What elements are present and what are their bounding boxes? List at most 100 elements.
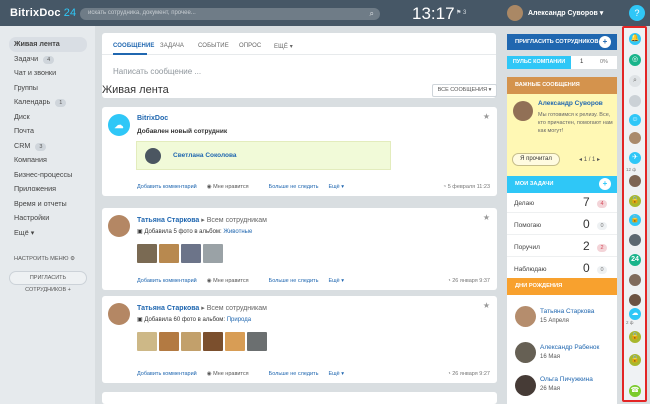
search-icon[interactable]: ⌕ bbox=[629, 75, 641, 87]
author-avatar[interactable] bbox=[513, 101, 533, 121]
contact-avatar[interactable] bbox=[629, 294, 641, 306]
contact-avatar[interactable] bbox=[629, 274, 641, 286]
post-author[interactable]: Татьяна Старкова ▸ Всем сотрудникам bbox=[137, 216, 267, 224]
sidebar-item-more[interactable]: Ещё ▾ bbox=[0, 226, 95, 241]
read-button[interactable]: Я прочитал bbox=[512, 153, 560, 166]
sidebar-item-settings[interactable]: Настройки bbox=[0, 211, 95, 226]
photo-thumb[interactable] bbox=[247, 332, 267, 351]
photo-thumb[interactable] bbox=[203, 332, 223, 351]
birthday-name[interactable]: Ольга Пичужкина bbox=[540, 376, 593, 383]
sidebar-item-apps[interactable]: Приложения bbox=[0, 182, 95, 197]
search-input[interactable]: искать сотрудника, документ, прочее... ⌕ bbox=[80, 8, 380, 20]
contact-avatar[interactable] bbox=[629, 132, 641, 144]
more-link[interactable]: Ещё ▾ bbox=[328, 371, 344, 377]
photo-thumb[interactable] bbox=[159, 244, 179, 263]
unfollow-link[interactable]: Больше не следить bbox=[269, 184, 319, 190]
comment-link[interactable]: Добавить комментарий bbox=[137, 371, 197, 377]
author-avatar[interactable] bbox=[108, 303, 130, 325]
photo-thumb[interactable] bbox=[203, 244, 223, 263]
filter-dropdown[interactable]: ВСЕ СООБЩЕНИЯ ▾ bbox=[432, 84, 497, 97]
message-input[interactable]: Написать сообщение ... bbox=[113, 67, 201, 76]
post-author[interactable]: BitrixDoc bbox=[137, 115, 168, 122]
photo-thumb[interactable] bbox=[137, 244, 157, 263]
like-link[interactable]: ◉ Мне нравится bbox=[207, 184, 259, 190]
sidebar-item-mail[interactable]: Почта bbox=[0, 124, 95, 139]
contact-avatar[interactable] bbox=[629, 234, 641, 246]
tab-more[interactable]: ЕЩЁ ▾ bbox=[274, 43, 293, 50]
more-link[interactable]: Ещё ▾ bbox=[328, 184, 344, 190]
sidebar-item-groups[interactable]: Группы bbox=[0, 81, 95, 96]
author-avatar[interactable] bbox=[108, 215, 130, 237]
employee-name[interactable]: Светлана Соколова bbox=[173, 152, 237, 159]
invite-employees-button[interactable]: ПРИГЛАСИТЬ СОТРУДНИКОВ + bbox=[9, 271, 87, 293]
lock-icon[interactable]: 🔒 bbox=[629, 214, 641, 226]
task-row[interactable]: Поручил 2 2 bbox=[507, 237, 617, 257]
favorite-icon[interactable]: ★ bbox=[483, 213, 490, 222]
open-lines-icon[interactable]: ◎ bbox=[629, 54, 641, 66]
help-icon[interactable]: ? bbox=[629, 5, 645, 21]
add-task-icon[interactable]: + bbox=[599, 178, 611, 190]
sidebar-item-time[interactable]: Время и отчеты bbox=[0, 197, 95, 212]
photo-thumb[interactable] bbox=[159, 332, 179, 351]
user-name[interactable]: Александр Суворов ▾ bbox=[528, 9, 603, 17]
sidebar-item-company[interactable]: Компания bbox=[0, 153, 95, 168]
invite-employees-button[interactable]: ПРИГЛАСИТЬ СОТРУДНИКОВ + bbox=[507, 34, 617, 50]
photo-thumb[interactable] bbox=[181, 332, 201, 351]
birthday-name[interactable]: Татьяна Старкова bbox=[540, 308, 594, 315]
birthday-avatar[interactable] bbox=[515, 306, 536, 327]
company-pulse[interactable]: ПУЛЬС КОМПАНИИ 1 0% bbox=[507, 56, 617, 69]
task-row[interactable]: Наблюдаю 0 0 bbox=[507, 259, 617, 279]
setup-menu-link[interactable]: НАСТРОИТЬ МЕНЮ ⚙ bbox=[14, 256, 75, 262]
photo-thumb[interactable] bbox=[137, 332, 157, 351]
important-pager[interactable]: ◂ 1 / 1 ▸ bbox=[579, 156, 600, 163]
more-link[interactable]: Ещё ▾ bbox=[328, 278, 344, 284]
tab-task[interactable]: ЗАДАЧА bbox=[160, 43, 184, 49]
like-link[interactable]: ◉ Мне нравится bbox=[207, 278, 259, 284]
task-row[interactable]: Делаю 7 4 bbox=[507, 193, 617, 213]
sidebar-item-calendar[interactable]: Календарь 1 bbox=[0, 95, 95, 110]
sidebar-item-chat[interactable]: Чат и звонки bbox=[0, 66, 95, 81]
comment-link[interactable]: Добавить комментарий bbox=[137, 184, 197, 190]
task-row[interactable]: Помогаю 0 0 bbox=[507, 215, 617, 235]
new-employee-card[interactable]: Светлана Соколова bbox=[136, 141, 391, 170]
tab-poll[interactable]: ОПРОС bbox=[239, 43, 261, 49]
favorite-icon[interactable]: ★ bbox=[483, 112, 490, 121]
birthday-name[interactable]: Александр Рабенок bbox=[540, 344, 599, 351]
tab-event[interactable]: СОБЫТИЕ bbox=[198, 43, 229, 49]
sidebar-item-tasks[interactable]: Задачи 4 bbox=[0, 52, 95, 67]
unfollow-link[interactable]: Больше не следить bbox=[269, 278, 319, 284]
album-link[interactable]: Животные bbox=[223, 229, 252, 235]
search-icon[interactable]: ⌕ bbox=[370, 9, 374, 19]
favorite-icon[interactable]: ★ bbox=[483, 301, 490, 310]
flag-counter[interactable]: ⚑ 3 bbox=[456, 9, 466, 16]
chat-icon[interactable]: ☺ bbox=[629, 114, 641, 126]
sidebar-item-crm[interactable]: CRM 3 bbox=[0, 139, 95, 154]
birthday-avatar[interactable] bbox=[515, 375, 536, 396]
photo-thumb[interactable] bbox=[225, 332, 245, 351]
chat-icon[interactable]: ☁ bbox=[629, 308, 641, 320]
lock-icon[interactable]: 🔒 bbox=[629, 354, 641, 366]
birthday-avatar[interactable] bbox=[515, 342, 536, 363]
lock-icon[interactable]: 🔒 bbox=[629, 195, 641, 207]
phone-icon[interactable]: ☎ bbox=[629, 385, 641, 397]
app-logo[interactable]: BitrixDoc 24 bbox=[10, 7, 76, 19]
contact-avatar[interactable] bbox=[629, 95, 641, 107]
lock-icon[interactable]: 🔒 bbox=[629, 331, 641, 343]
album-link[interactable]: Природа bbox=[227, 317, 251, 323]
notification-icon[interactable]: 🔔 bbox=[629, 33, 641, 45]
contact-avatar[interactable] bbox=[629, 175, 641, 187]
feed-post: Татьяна Старкова ▸ Всем сотрудникам ▣ До… bbox=[102, 208, 497, 290]
photo-thumb[interactable] bbox=[181, 244, 201, 263]
chat-icon[interactable]: ✈ bbox=[629, 152, 641, 164]
post-author[interactable]: Татьяна Старкова ▸ Всем сотрудникам bbox=[137, 304, 267, 312]
sidebar-item-business[interactable]: Бизнес-процессы bbox=[0, 168, 95, 183]
user-avatar[interactable] bbox=[507, 5, 523, 21]
comment-link[interactable]: Добавить комментарий bbox=[137, 278, 197, 284]
tab-message[interactable]: СООБЩЕНИЕ bbox=[113, 43, 155, 49]
unfollow-link[interactable]: Больше не следить bbox=[269, 371, 319, 377]
like-link[interactable]: ◉ Мне нравится bbox=[207, 371, 259, 377]
sidebar-item-live-feed[interactable]: Живая лента bbox=[9, 37, 87, 52]
bitrix24-icon[interactable]: 24 bbox=[629, 254, 641, 266]
sidebar-item-disk[interactable]: Диск bbox=[0, 110, 95, 125]
important-author[interactable]: Александр Суворов bbox=[538, 100, 603, 107]
